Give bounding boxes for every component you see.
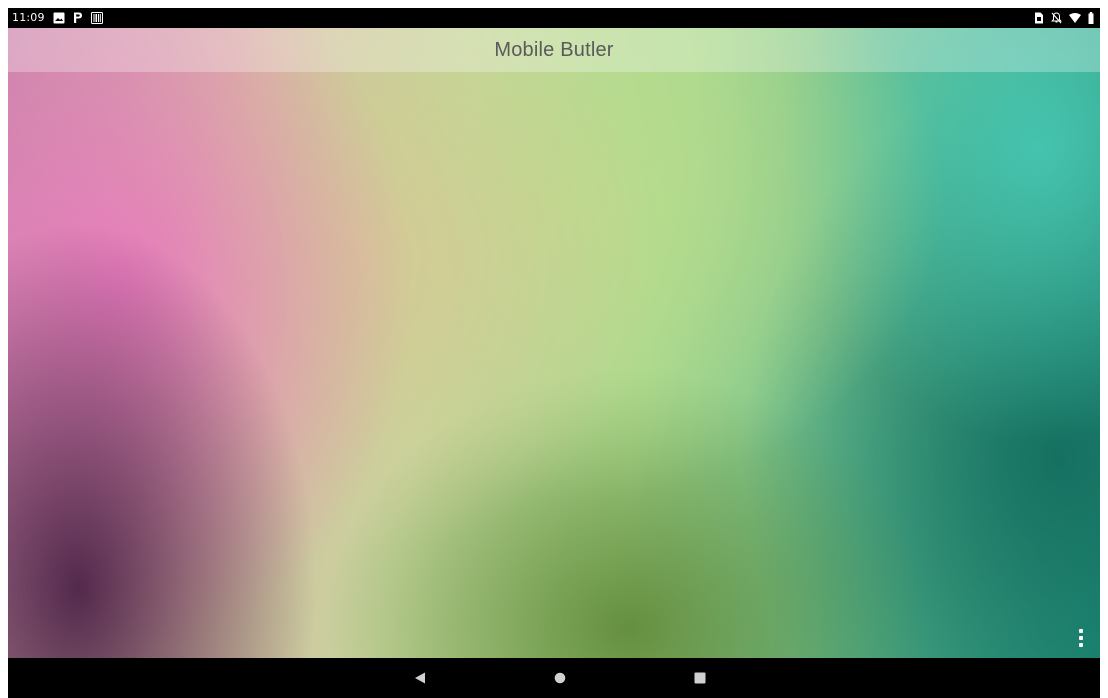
app-title: Mobile Butler xyxy=(494,38,614,61)
overflow-dot xyxy=(1079,629,1083,633)
navigation-bar xyxy=(8,658,1100,698)
recents-icon xyxy=(694,672,706,684)
image-notification-icon xyxy=(53,12,65,24)
barcode-notification-icon xyxy=(90,11,103,24)
status-time: 11:09 xyxy=(12,11,45,24)
status-left-group: 11:09 xyxy=(12,11,103,24)
parking-app-icon xyxy=(73,11,83,24)
home-button[interactable] xyxy=(549,668,571,688)
home-icon xyxy=(554,672,566,684)
overflow-menu-icon[interactable] xyxy=(1076,628,1086,648)
status-right-group xyxy=(1034,12,1094,24)
back-button[interactable] xyxy=(409,668,431,688)
recents-button[interactable] xyxy=(689,668,711,688)
status-bar: 11:09 xyxy=(8,8,1100,28)
app-background: Mobile Butler xyxy=(8,28,1100,658)
battery-icon xyxy=(1088,12,1094,24)
sim-card-icon xyxy=(1034,12,1044,24)
notifications-muted-icon xyxy=(1051,12,1062,24)
overflow-dot xyxy=(1079,636,1083,640)
overflow-dot xyxy=(1079,643,1083,647)
app-header: Mobile Butler xyxy=(8,28,1100,72)
back-icon xyxy=(415,672,425,684)
wifi-icon xyxy=(1069,13,1081,23)
device-screen: 11:09 Mobile Butler xyxy=(8,8,1100,698)
